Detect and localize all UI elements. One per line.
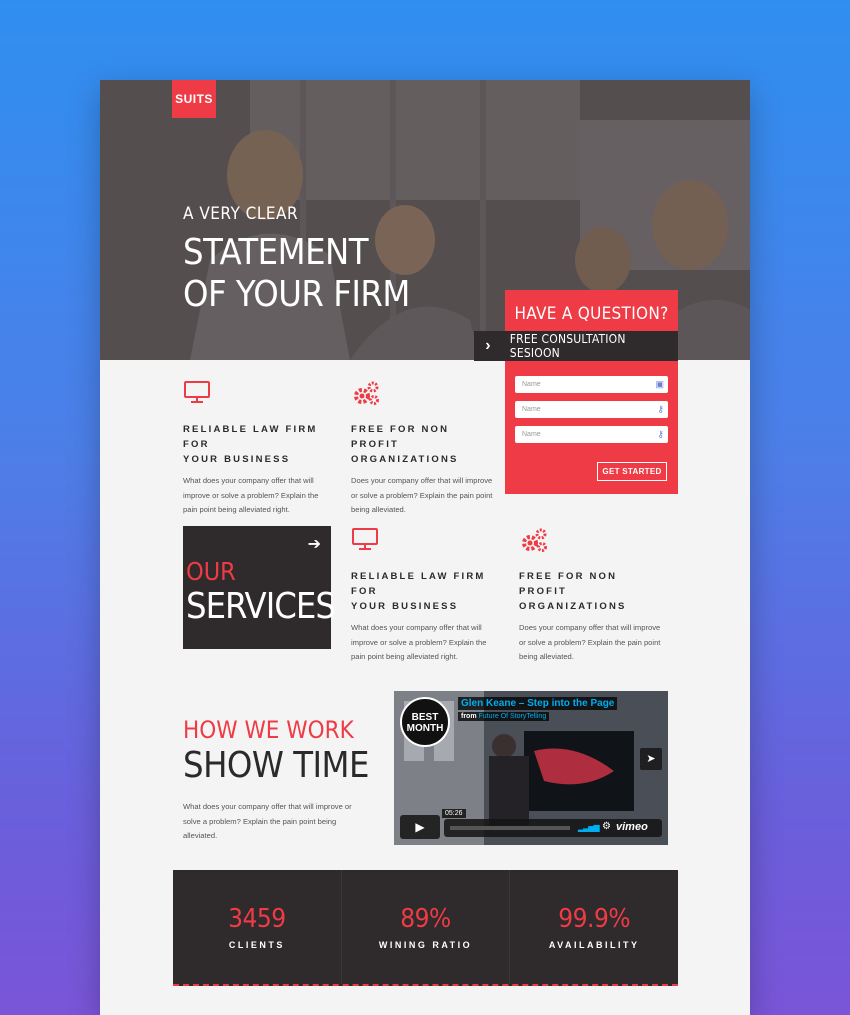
stats-bar: 3459 CLIENTS 89% WINING RATIO 99.9% AVAI… (173, 870, 678, 986)
name-field-3[interactable]: Name ⚷ (515, 426, 668, 443)
services-line1: OUR (186, 557, 236, 586)
video-controls: ▂▃▅▆ ⚙ vimeo (444, 819, 662, 837)
stat-value: 89% (400, 904, 451, 934)
video-title[interactable]: Glen Keane – Step into the Page (458, 697, 618, 710)
name-field-1[interactable]: Name ▣ (515, 376, 668, 393)
name-field-1-placeholder: Name (522, 381, 541, 388)
stat-label: AVAILABILITY (548, 940, 640, 950)
name-field-3-placeholder: Name (522, 431, 541, 438)
video-from-prefix: from (461, 713, 477, 720)
feature-text: What does your company offer that will i… (183, 476, 319, 514)
video-time: 05:26 (442, 809, 466, 818)
logo[interactable]: SUITS (172, 80, 216, 118)
feature-title: RELIABLE LAW FIRM FOR YOUR BUSINESS (183, 422, 333, 467)
stat-value: 3459 (228, 904, 286, 934)
show-time-heading: SHOW TIME (183, 745, 369, 786)
name-field-2-placeholder: Name (522, 406, 541, 413)
key-icon: ⚷ (657, 404, 664, 414)
feature-text: Does your company offer that will improv… (351, 476, 493, 514)
hero-title-line1: STATEMENT (183, 232, 369, 273)
stat-label: CLIENTS (228, 940, 285, 950)
landing-page: SUITS A VERY CLEAR STATEMENT OF YOUR FIR… (100, 80, 750, 1015)
feature-non-profit-2: FREE FOR NON PROFIT ORGANIZATIONS Does yo… (519, 527, 669, 665)
stat-availability: 99.9% AVAILABILITY (509, 870, 678, 984)
feature-title-l1: FREE FOR NON PROFIT (519, 571, 618, 597)
progress-bar[interactable] (450, 826, 570, 830)
arrow-right-icon: ➔ (307, 536, 321, 553)
feature-title-l1: FREE FOR NON PROFIT (351, 424, 450, 450)
consultation-bar[interactable]: › FREE CONSULTATION SESIOON (474, 331, 678, 361)
play-button[interactable]: ▶ (400, 815, 440, 839)
feature-title-l2: YOUR BUSINESS (351, 601, 459, 612)
badge-line2: MONTH (406, 723, 444, 734)
feature-reliable-law-firm: RELIABLE LAW FIRM FOR YOUR BUSINESS What … (183, 380, 333, 518)
how-we-work-text: What does your company offer that will i… (183, 802, 352, 840)
feature-text: What does your company offer that will i… (351, 623, 487, 661)
hero-title-line2: OF YOUR FIRM (183, 274, 410, 315)
feature-title-l1: RELIABLE LAW FIRM FOR (183, 424, 318, 450)
feature-non-profit: FREE FOR NON PROFIT ORGANIZATIONS Does yo… (351, 380, 501, 518)
feature-title-l1: RELIABLE LAW FIRM FOR (351, 571, 486, 597)
monitor-icon (351, 527, 501, 555)
feature-title-l2: YOUR BUSINESS (183, 454, 291, 465)
key-icon: ⚷ (657, 429, 664, 439)
video-from: from Future Of StoryTelling (458, 712, 550, 721)
share-icon[interactable]: ➤ (640, 748, 662, 770)
stat-clients: 3459 CLIENTS (173, 870, 341, 984)
contact-card-icon: ▣ (655, 379, 664, 389)
how-we-work-heading: HOW WE WORK (183, 716, 354, 744)
question-form-title: HAVE A QUESTION? (514, 304, 669, 324)
gears-icon (519, 527, 669, 555)
monitor-icon (183, 380, 333, 408)
feature-title: FREE FOR NON PROFIT ORGANIZATIONS (351, 422, 501, 467)
video-player[interactable]: BEST MONTH Glen Keane – Step into the Pag… (394, 691, 668, 845)
chevron-right-icon: › (485, 337, 491, 354)
gears-icon (351, 380, 501, 408)
stat-value: 99.9% (558, 904, 631, 934)
question-form: HAVE A QUESTION? Name ▣ Name ⚷ Name ⚷ GE… (505, 290, 678, 494)
hero-kicker: A VERY CLEAR (183, 204, 299, 224)
feature-title-l2: ORGANIZATIONS (519, 601, 627, 612)
video-channel[interactable]: Future Of StoryTelling (479, 713, 547, 720)
services-line2: SERVICES (186, 586, 336, 627)
hero-title: STATEMENT OF YOUR FIRM (183, 232, 410, 316)
feature-title: RELIABLE LAW FIRM FOR YOUR BUSINESS (351, 569, 501, 614)
settings-icon[interactable]: ⚙ (602, 821, 611, 832)
feature-text: Does your company offer that will improv… (519, 623, 661, 661)
feature-title: FREE FOR NON PROFIT ORGANIZATIONS (519, 569, 669, 614)
get-started-button[interactable]: GET STARTED (597, 462, 667, 481)
best-of-month-badge: BEST MONTH (400, 697, 450, 747)
badge-line1: BEST (411, 712, 439, 723)
volume-icon[interactable]: ▂▃▅▆ (578, 823, 600, 832)
feature-reliable-law-firm-2: RELIABLE LAW FIRM FOR YOUR BUSINESS What … (351, 527, 501, 665)
stat-label: WINING RATIO (378, 940, 473, 950)
our-services-tile[interactable]: ➔ OUR SERVICES (183, 526, 336, 649)
stat-wining-ratio: 89% WINING RATIO (340, 870, 510, 984)
consultation-label: FREE CONSULTATION SESIOON (509, 332, 626, 360)
name-field-2[interactable]: Name ⚷ (515, 401, 668, 418)
feature-title-l2: ORGANIZATIONS (351, 454, 459, 465)
vimeo-logo[interactable]: vimeo (616, 821, 648, 833)
